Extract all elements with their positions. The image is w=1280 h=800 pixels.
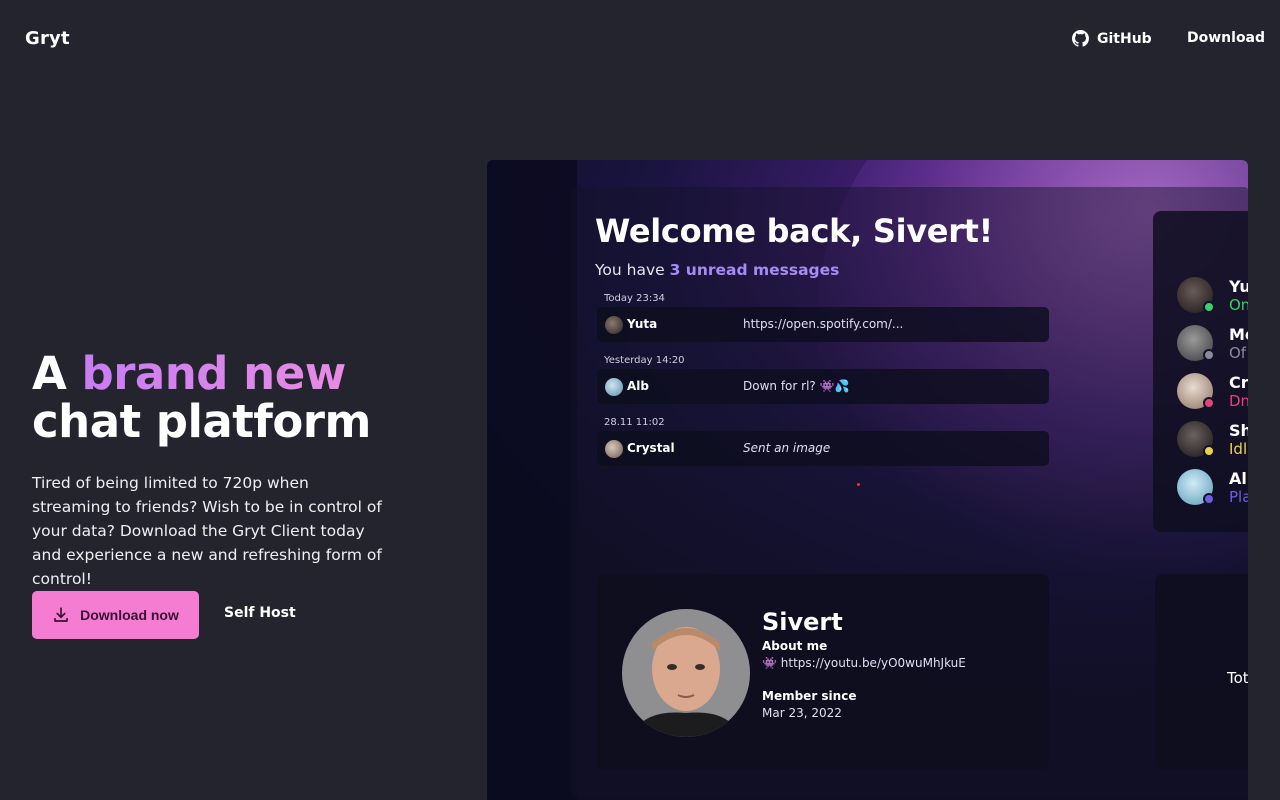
stats-label: Tot [1227,669,1248,687]
unread-summary: You have 3 unread messages [595,261,839,279]
message-row[interactable]: Crystal Sent an image [597,431,1049,466]
message-preview: https://open.spotify.com/... [743,317,904,331]
status-indicator [1203,493,1215,505]
message-preview: Down for rl? 👾💦 [743,379,850,393]
message-date: Yesterday 14:20 [604,355,685,366]
about-me-value[interactable]: 👾 https://youtu.be/yO0wuMhJkuE [762,656,966,670]
member-since-value: Mar 23, 2022 [762,706,842,720]
github-link[interactable]: GitHub [1072,30,1152,47]
github-label: GitHub [1097,30,1152,47]
friend-item[interactable]: Me Of [1177,325,1248,365]
profile-photo [622,609,750,737]
self-host-button[interactable]: Self Host [224,605,296,621]
message-date: 28.11 11:02 [604,417,665,428]
nav-download-link[interactable]: Download [1187,30,1265,46]
avatar [605,378,623,396]
message-sender: Alb [627,379,649,393]
message-preview: Sent an image [743,441,831,455]
cursor-dot [857,483,860,486]
friend-status-text: Of [1229,344,1247,362]
hero-description: Tired of being limited to 720p when stre… [32,474,382,588]
unread-count[interactable]: 3 unread messages [670,261,840,279]
top-nav: Gryt GitHub Download [0,0,1280,80]
message-sender: Crystal [627,441,675,455]
status-indicator [1203,445,1215,457]
friend-item[interactable]: Yu On [1177,277,1248,317]
friend-status-text: Idl [1229,440,1248,458]
message-sender: Yuta [627,317,658,331]
message-row[interactable]: Alb Down for rl? 👾💦 [597,369,1049,404]
logo[interactable]: Gryt [25,28,70,49]
status-indicator [1203,397,1215,409]
friend-name: Yu [1229,277,1248,296]
status-indicator [1203,301,1215,313]
member-since-label: Member since [762,689,857,703]
message-date: Today 23:34 [604,293,665,304]
hero-title-line2: chat platform [32,395,371,448]
download-icon [54,607,68,622]
friend-status-text: Dn [1229,392,1248,410]
friend-name: Sh [1229,421,1248,440]
hero-title-accent: brand new [81,347,347,400]
friend-item[interactable]: Al Pla [1177,469,1248,509]
friend-item[interactable]: Sh Idl [1177,421,1248,461]
about-me-label: About me [762,639,828,653]
profile-avatar[interactable] [622,609,750,737]
friend-name: Cr [1229,373,1248,392]
hero-title-plain: A [32,347,82,400]
welcome-heading: Welcome back, Sivert! [595,212,993,250]
download-now-label: Download now [80,607,179,623]
message-row[interactable]: Yuta https://open.spotify.com/... [597,307,1049,342]
friend-name: Al [1229,469,1247,488]
status-indicator [1203,349,1215,361]
friend-status-text: On [1229,296,1248,314]
avatar [605,440,623,458]
friend-status-text: Pla [1229,488,1248,506]
download-now-button[interactable]: Download now [32,591,199,639]
unread-prefix: You have [595,261,670,279]
hero-title: A brand new chat platform [32,350,371,446]
friend-item[interactable]: Cr Dn [1177,373,1248,413]
app-preview-screenshot: Welcome back, Sivert! You have 3 unread … [487,160,1248,800]
avatar [605,316,623,334]
profile-name: Sivert [762,608,843,636]
friend-name: Me [1229,325,1248,344]
github-icon [1072,30,1089,47]
